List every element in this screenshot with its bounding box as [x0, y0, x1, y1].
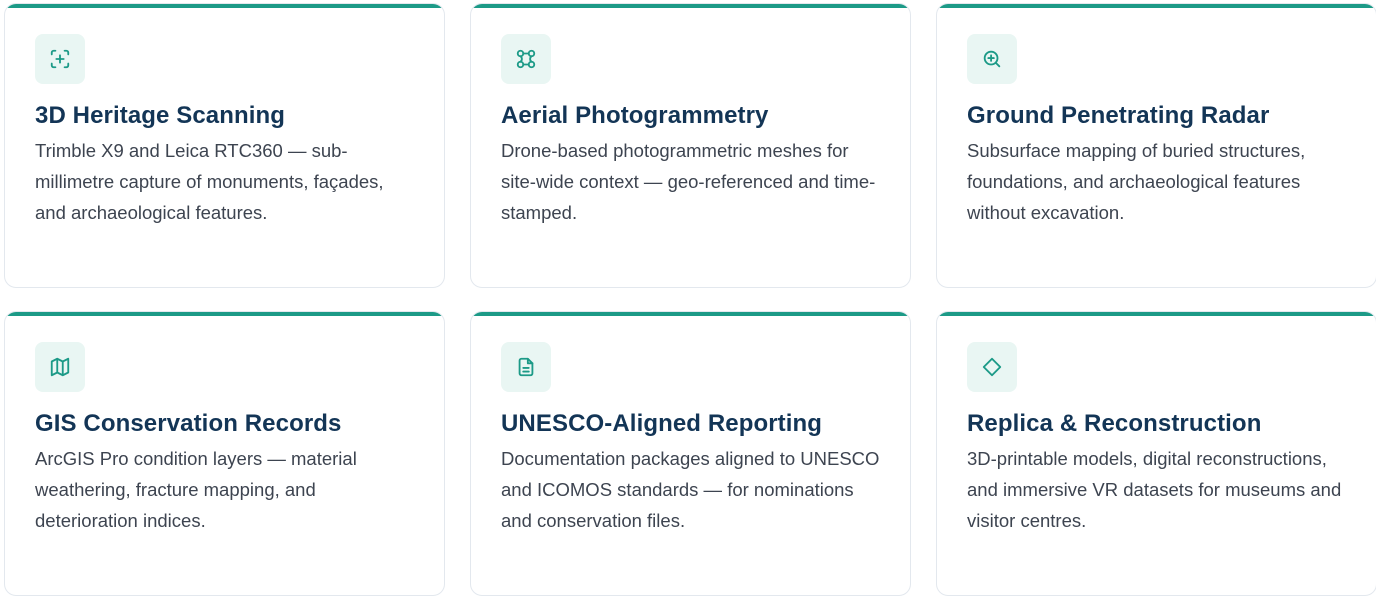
- service-description: Subsurface mapping of buried structures,…: [967, 140, 1306, 223]
- services-grid: 3D Heritage Scanning Trimble X9 and Leic…: [4, 3, 1376, 596]
- service-card-ground-penetrating-radar: Ground Penetrating Radar Subsurface mapp…: [936, 3, 1376, 288]
- service-card-replica-reconstruction: Replica & Reconstruction 3D-printable mo…: [936, 311, 1376, 596]
- service-title: 3D Heritage Scanning: [35, 102, 286, 129]
- service-description: 3D-printable models, digital reconstruct…: [967, 448, 1342, 531]
- service-card-aerial-photogrammetry: Aerial Photogrammetry Drone-based photog…: [470, 3, 911, 288]
- diamond-icon: [967, 342, 1017, 392]
- service-card-unesco-aligned-reporting: UNESCO-Aligned Reporting Documentation p…: [470, 311, 911, 596]
- zoom-in-icon: [967, 34, 1017, 84]
- service-description: Trimble X9 and Leica RTC360 — sub-millim…: [35, 140, 384, 223]
- document-icon: [501, 342, 551, 392]
- service-title: Aerial Photogrammetry: [501, 102, 769, 129]
- service-title: UNESCO-Aligned Reporting: [501, 410, 823, 437]
- service-title: Ground Penetrating Radar: [967, 102, 1270, 129]
- service-title: Replica & Reconstruction: [967, 410, 1262, 437]
- map-icon: [35, 342, 85, 392]
- service-description: Documentation packages aligned to UNESCO…: [501, 448, 880, 531]
- service-title: GIS Conservation Records: [35, 410, 342, 437]
- nodes-icon: [501, 34, 551, 84]
- service-card-3d-heritage-scanning: 3D Heritage Scanning Trimble X9 and Leic…: [4, 3, 445, 288]
- service-card-gis-conservation-records: GIS Conservation Records ArcGIS Pro cond…: [4, 311, 445, 596]
- service-description: Drone-based photogrammetric meshes for s…: [501, 140, 876, 223]
- service-description: ArcGIS Pro condition layers — material w…: [35, 448, 357, 531]
- scan-icon: [35, 34, 85, 84]
